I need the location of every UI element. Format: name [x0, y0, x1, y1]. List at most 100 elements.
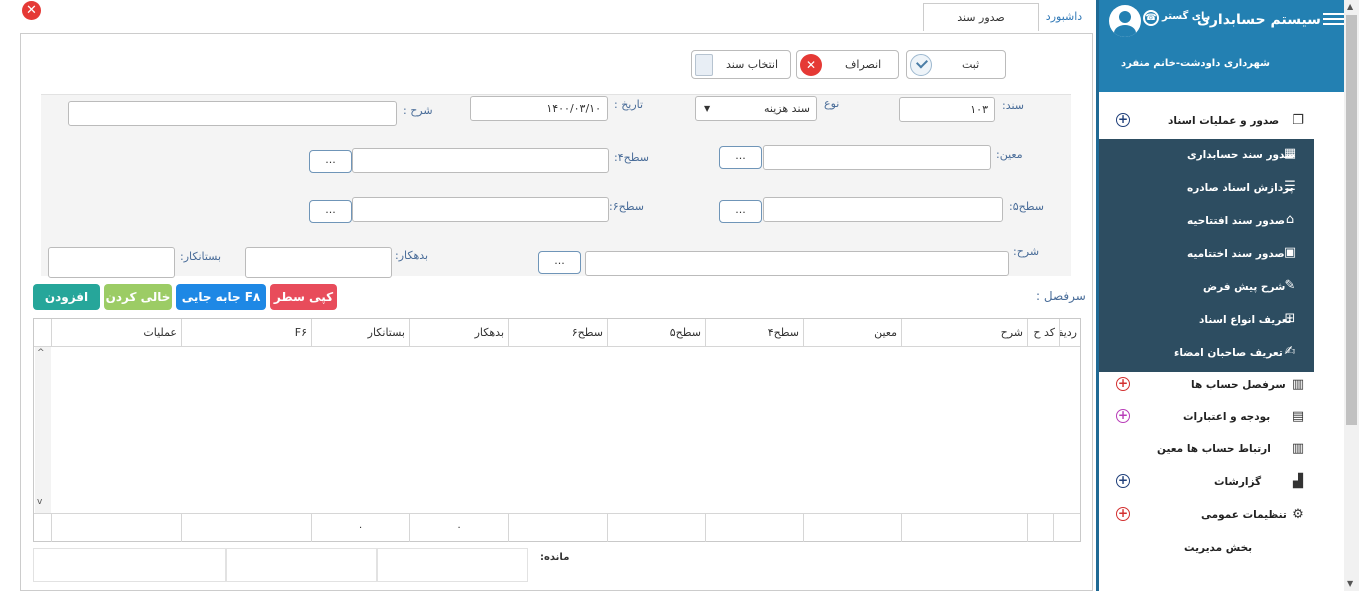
col-header-actions: عملیات — [51, 319, 181, 347]
level4-lookup-button[interactable]: ... — [309, 150, 352, 173]
sidebar-item-label: صدور سند اختتامیه — [1187, 248, 1285, 260]
credit-label: بستانکار: — [180, 250, 222, 263]
add-button[interactable]: افزودن — [33, 284, 100, 310]
save-label: ثبت — [962, 58, 980, 71]
expand-icon[interactable]: + — [1116, 474, 1130, 488]
line-description-lookup-button[interactable]: ... — [538, 251, 581, 274]
calculator-icon: ▤ — [1291, 409, 1305, 424]
close-icon[interactable]: ✕ — [22, 1, 41, 20]
line-description-label: شرح: — [1013, 245, 1040, 258]
level6-label: سطح۶: — [609, 200, 644, 213]
sidebar-item-label: تنظیمات عمومی — [1201, 509, 1287, 521]
move-row-button[interactable]: جابه جایی F۸ — [176, 284, 266, 310]
tab-voucher-issue[interactable]: صدور سند حسابداری — [923, 3, 1039, 52]
scroll-down-icon[interactable]: v — [37, 497, 42, 507]
description-input[interactable] — [68, 101, 397, 126]
debit-total: ۰ — [409, 514, 508, 542]
app-title: سیستم حسابداری — [1197, 12, 1321, 28]
sidebar-item-label: صدور سند حسابداری — [1187, 149, 1296, 161]
footer-cell — [51, 514, 181, 542]
col-header-f6: F۶ — [181, 319, 311, 347]
moein-label: معین: — [996, 148, 1023, 161]
cancel-label: انصراف — [845, 58, 882, 71]
sidebar-item-document-operations[interactable]: ❐ صدور و عملیات اسناد + — [1099, 108, 1314, 134]
sidebar-item-voucher-types[interactable]: ⊞ تعریف انواع اسناد — [1099, 308, 1314, 334]
cancel-button[interactable]: ✕ انصراف — [796, 50, 899, 79]
bar-chart-icon: ▟ — [1293, 474, 1303, 489]
menu-icon[interactable] — [1323, 13, 1345, 25]
footer-cell — [508, 514, 607, 542]
footer-cell — [1027, 514, 1053, 542]
footer-cell — [705, 514, 803, 542]
sidebar-item-reports[interactable]: ▟ گزارشات + — [1099, 470, 1314, 496]
sidebar-item-account-links[interactable]: ▥ ارتباط حساب ها معین — [1099, 437, 1314, 463]
level5-input[interactable] — [763, 197, 1003, 222]
expand-icon[interactable]: + — [1116, 113, 1130, 127]
date-label: تاریخ : — [614, 98, 644, 111]
documents-icon: ❐ — [1292, 113, 1304, 128]
sidebar-item-admin[interactable]: بخش مدیریت — [1099, 536, 1314, 562]
expand-icon[interactable]: + — [1116, 507, 1130, 521]
sidebar-item-settings[interactable]: ⚙ تنظیمات عمومی + — [1099, 503, 1314, 529]
sidebar-item-account-headings[interactable]: ▥ سرفصل حساب ها + — [1099, 373, 1314, 399]
moein-lookup-button[interactable]: ... — [719, 146, 762, 169]
footer-cell — [803, 514, 901, 542]
line-description-input[interactable] — [585, 251, 1009, 276]
gear-icon: ⚙ — [1292, 507, 1304, 522]
sidebar-item-issue-voucher[interactable]: ▦ صدور سند حسابداری — [1099, 143, 1314, 169]
sidebar-item-closing-voucher[interactable]: ▣ صدور سند اختتامیه — [1099, 242, 1314, 268]
scroll-up-icon[interactable]: ^ — [37, 348, 45, 358]
col-header-credit: بستانکار — [311, 319, 409, 347]
sidebar-item-default-description[interactable]: ✎ شرح پیش فرض — [1099, 275, 1314, 301]
phone-icon: ☎ — [1143, 10, 1159, 26]
level4-label: سطح۴: — [614, 151, 649, 164]
tab-dashboard[interactable]: داشبورد — [1040, 3, 1088, 31]
col-header-level6: سطح۶ — [508, 319, 607, 347]
remaining-box — [226, 548, 377, 582]
sidebar-item-label: پردازش اسناد صادره — [1187, 182, 1294, 194]
expand-icon[interactable]: + — [1116, 377, 1130, 391]
remaining-label: مانده: — [540, 552, 570, 563]
sidebar-item-label: ارتباط حساب ها معین — [1157, 443, 1271, 455]
sidebar-item-opening-voucher[interactable]: ⌂ صدور سند افتتاحیه — [1099, 209, 1314, 235]
date-input[interactable]: ۱۴۰۰/۰۳/۱۰ — [470, 96, 608, 121]
credit-input[interactable] — [48, 247, 175, 278]
voucher-number-input[interactable]: ۱۰۳ — [899, 97, 995, 122]
clear-button[interactable]: خالی کردن — [104, 284, 172, 310]
scroll-up-icon[interactable]: ▲ — [1347, 2, 1353, 11]
sidebar-item-budget[interactable]: ▤ بودجه و اعتبارات + — [1099, 405, 1314, 431]
debit-input[interactable] — [245, 247, 392, 278]
expand-icon[interactable]: + — [1116, 409, 1130, 423]
check-icon — [910, 54, 932, 76]
credit-total: ۰ — [311, 514, 409, 542]
avatar[interactable] — [1109, 5, 1141, 37]
sidebar-item-signatories[interactable]: ✍ تعریف صاحبان امضاء — [1099, 341, 1314, 367]
level6-lookup-button[interactable]: ... — [309, 200, 352, 223]
sidebar-item-label: گزارشات — [1214, 476, 1262, 488]
heading-title: سرفصل : — [1036, 289, 1086, 303]
col-header-description: شرح — [901, 319, 1027, 347]
level4-input[interactable] — [352, 148, 609, 173]
type-select[interactable]: سند هزینه ▼ — [695, 96, 817, 121]
save-button[interactable]: ثبت — [906, 50, 1006, 79]
moein-input[interactable] — [763, 145, 991, 170]
level5-lookup-button[interactable]: ... — [719, 200, 762, 223]
type-select-value: سند هزینه — [764, 102, 810, 115]
select-voucher-label: انتخاب سند — [726, 58, 779, 71]
copy-row-button[interactable]: کپی سطر F۲ — [270, 284, 337, 330]
scroll-thumb[interactable] — [1346, 15, 1357, 425]
select-voucher-button[interactable]: انتخاب سند — [691, 50, 791, 79]
brand-name: رای گستر — [1162, 11, 1211, 22]
level6-input[interactable] — [352, 197, 609, 222]
sidebar-item-label: صدور سند افتتاحیه — [1187, 215, 1285, 227]
scroll-down-icon[interactable]: ▼ — [1347, 579, 1353, 588]
col-header-row: ردیف — [1059, 319, 1081, 347]
sidebar-item-process-vouchers[interactable]: ☰ پردازش اسناد صادره — [1099, 176, 1314, 202]
grid-scrollbar[interactable]: ^ v — [35, 347, 51, 513]
book-link-icon: ▥ — [1291, 441, 1305, 456]
footer-cell — [607, 514, 705, 542]
footer-cell — [901, 514, 1027, 542]
remaining-box — [377, 548, 528, 582]
calendar-icon — [695, 54, 713, 76]
sidebar-header: سیستم حسابداری رای گستر ☎ شهرداری داودشت… — [1099, 0, 1345, 92]
